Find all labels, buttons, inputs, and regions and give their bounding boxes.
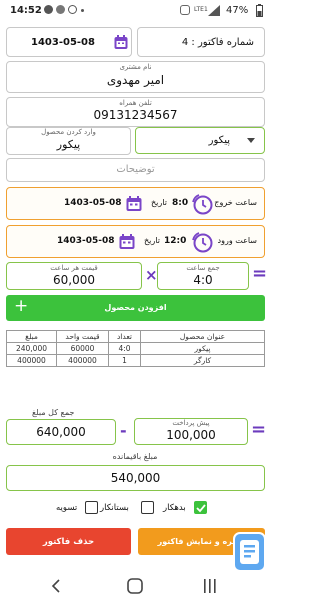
notification-icon-2 xyxy=(56,5,65,14)
table-cell: پیکور xyxy=(140,342,265,355)
total-value: 640,000 xyxy=(36,425,86,439)
more-notifications-icon xyxy=(81,9,84,12)
table-cell: 4:0 xyxy=(108,342,141,355)
status-bar: 14:52 LTE1 47% xyxy=(0,0,270,22)
minus-sign: - xyxy=(120,421,127,440)
delete-invoice-button[interactable]: حذف فاکتور xyxy=(6,528,131,555)
entry-time-label: ساعت ورود xyxy=(217,236,257,245)
debtor-label: بدهکار xyxy=(163,503,186,513)
creditor-label: بستانکار xyxy=(100,503,129,513)
exit-time-value[interactable]: 8:0 xyxy=(172,198,188,208)
entry-date-label: تاریخ xyxy=(144,236,160,245)
phone-field[interactable]: تلفن همراه 09131234567 xyxy=(6,97,265,127)
equals-sign: = xyxy=(252,263,268,284)
hours-total-label: جمع ساعت xyxy=(186,264,220,272)
rate-value: 60,000 xyxy=(53,273,95,287)
rate-label: قیمت هر ساعت xyxy=(50,264,98,272)
exit-date-value[interactable]: 1403-05-08 xyxy=(64,198,122,208)
table-cell: 240,000 xyxy=(6,342,57,355)
product-input-label: وارد کردن محصول xyxy=(41,128,96,136)
app-logo-icon xyxy=(240,540,259,564)
table-cell: 60000 xyxy=(56,342,109,355)
add-product-label: افزودن محصول xyxy=(104,303,167,312)
settle-checkbox[interactable] xyxy=(85,501,98,514)
table-header: تعداد xyxy=(108,330,141,343)
entry-time-value[interactable]: 12:0 xyxy=(164,236,186,246)
clock-icon[interactable] xyxy=(191,231,213,253)
table-header-row: مبلغ قیمت واحد تعداد عنوان محصول xyxy=(6,330,265,343)
table-row[interactable]: 240,000 60000 4:0 پیکور xyxy=(6,342,265,355)
entry-date-value[interactable]: 1403-05-08 xyxy=(57,236,115,246)
table-header: عنوان محصول xyxy=(140,330,265,343)
calendar-icon[interactable] xyxy=(126,196,142,212)
table-cell: کارگر xyxy=(140,354,265,367)
rate-field[interactable]: قیمت هر ساعت 60,000 xyxy=(6,262,142,290)
customer-name-label: نام مشتری xyxy=(119,63,152,71)
product-dropdown-value: پیکور xyxy=(208,135,230,146)
recent-apps-icon[interactable] xyxy=(203,578,217,594)
phone-label: تلفن همراه xyxy=(119,99,152,107)
invoice-number: شماره فاکتور : 4 xyxy=(181,37,254,48)
invoice-number-box: شماره فاکتور : 4 xyxy=(137,27,265,57)
battery-icon xyxy=(256,4,263,17)
table-cell: 400000 xyxy=(6,354,57,367)
add-product-button[interactable]: + افزودن محصول xyxy=(6,295,265,321)
exit-time-row: ساعت خروج 8:0 تاریخ 1403-05-08 xyxy=(6,187,265,220)
debtor-checkbox[interactable] xyxy=(194,501,207,514)
table-header: قیمت واحد xyxy=(56,330,109,343)
total-label: جمع کل مبلغ xyxy=(32,408,75,417)
customer-name-value: امیر مهدوی xyxy=(106,73,165,87)
table-header: مبلغ xyxy=(6,330,57,343)
remaining-label: مبلغ باقیمانده xyxy=(112,452,158,461)
clock-icon[interactable] xyxy=(191,193,213,215)
status-time: 14:52 xyxy=(10,5,42,16)
creditor-checkbox[interactable] xyxy=(141,501,154,514)
notification-icon-3 xyxy=(68,5,77,14)
hours-total-value: 4:0 xyxy=(193,273,213,287)
multiply-sign: × xyxy=(145,266,158,284)
prepayment-label: پیش پرداخت xyxy=(172,419,210,427)
entry-time-row: ساعت ورود 12:0 تاریخ 1403-05-08 xyxy=(6,225,265,258)
network-label: LTE1 xyxy=(194,6,208,13)
total-field: 640,000 xyxy=(6,419,116,445)
table-cell: 400000 xyxy=(56,354,109,367)
chevron-down-icon xyxy=(247,138,255,143)
back-icon[interactable] xyxy=(51,579,61,593)
notification-icon xyxy=(44,5,53,14)
description-field[interactable]: توضیحات xyxy=(6,158,265,182)
remaining-field: 540,000 xyxy=(6,465,265,491)
products-table: مبلغ قیمت واحد تعداد عنوان محصول 240,000… xyxy=(6,330,265,367)
delete-invoice-label: حذف فاکتور xyxy=(42,537,95,547)
settle-label: تسویه xyxy=(56,503,78,513)
table-row[interactable]: 400000 400000 1 کارگر xyxy=(6,354,265,367)
remaining-value: 540,000 xyxy=(110,471,161,485)
navigation-bar xyxy=(0,572,270,600)
invoice-date-field[interactable]: 1403-05-08 xyxy=(6,27,132,57)
prepayment-value: 100,000 xyxy=(166,428,216,442)
table-cell: 1 xyxy=(108,354,141,367)
equals-sign: = xyxy=(251,419,267,440)
home-icon[interactable] xyxy=(127,578,143,594)
exit-time-label: ساعت خروج xyxy=(214,198,257,207)
signal-icon xyxy=(208,5,220,16)
phone-value: 09131234567 xyxy=(93,108,178,122)
description-placeholder: توضیحات xyxy=(116,164,155,175)
exit-date-label: تاریخ xyxy=(151,198,167,207)
invoice-date: 1403-05-08 xyxy=(31,37,95,48)
customer-name-field[interactable]: نام مشتری امیر مهدوی xyxy=(6,61,265,93)
product-input-field[interactable]: وارد کردن محصول پیکور xyxy=(6,127,131,155)
checkmark-icon xyxy=(195,503,206,512)
calendar-icon[interactable] xyxy=(114,35,128,50)
product-dropdown[interactable]: پیکور xyxy=(135,127,265,154)
calendar-icon[interactable] xyxy=(119,234,135,250)
product-input-value: پیکور xyxy=(56,138,81,151)
alarm-icon xyxy=(180,5,190,15)
hours-total-field: جمع ساعت 4:0 xyxy=(157,262,249,290)
battery-percent: 47% xyxy=(226,5,249,16)
prepayment-field[interactable]: پیش پرداخت 100,000 xyxy=(134,418,248,445)
app-shortcut-icon[interactable] xyxy=(233,532,266,572)
